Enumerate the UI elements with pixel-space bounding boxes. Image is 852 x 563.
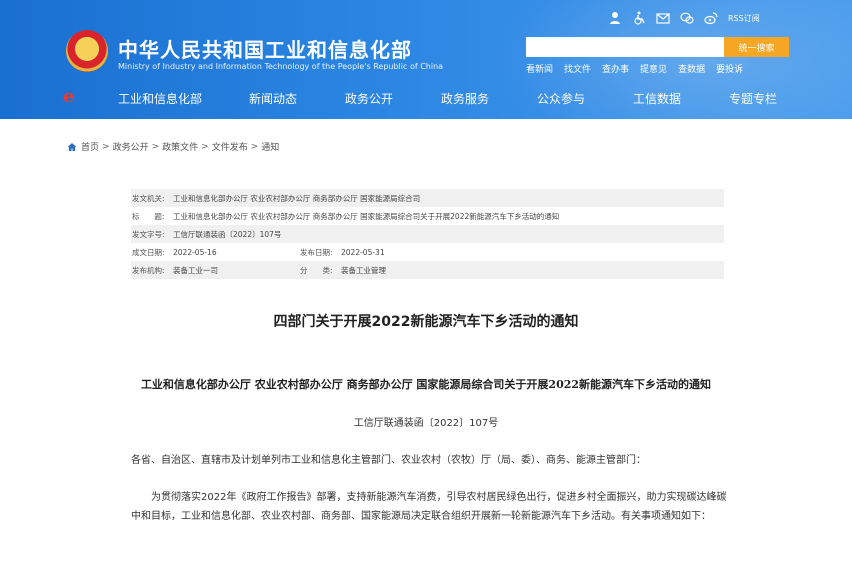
quick-links: 看新闻 找文件 查办事 提意见 查数据 要投诉 xyxy=(526,62,743,75)
breadcrumb-home[interactable]: 首页 xyxy=(81,140,99,153)
search-button[interactable]: 统一搜索 xyxy=(724,37,789,57)
breadcrumb: 首页 > 政务公开 > 政策文件 > 文件发布 > 通知 xyxy=(67,140,279,153)
national-emblem-icon[interactable] xyxy=(66,30,108,72)
search-input[interactable] xyxy=(526,37,724,57)
quick-link-data[interactable]: 查数据 xyxy=(678,62,705,75)
nav-item-topics[interactable]: 专题专栏 xyxy=(729,90,777,107)
e-logo-icon[interactable]: e xyxy=(63,88,81,106)
document-info-table: 发文机关: 工业和信息化部办公厅 农业农村部办公厅 商务部办公厅 国家能源局综合… xyxy=(131,189,724,279)
breadcrumb-separator: > xyxy=(201,141,209,152)
title-value: 工业和信息化部办公厅 农业农村部办公厅 商务部办公厅 国家能源局综合司关于开展2… xyxy=(173,211,560,221)
top-toolbar: RSS订阅 xyxy=(608,9,760,27)
nav-item-public-participation[interactable]: 公众参与 xyxy=(537,90,585,107)
elder-mode-icon[interactable] xyxy=(608,11,622,25)
article-addressee: 各省、自治区、直辖市及计划单列市工业和信息化主管部门、农业农村（农牧）厅（局、委… xyxy=(131,455,646,466)
org-label: 发布机构: xyxy=(132,265,165,275)
weixin-icon[interactable] xyxy=(680,11,694,25)
site-subtitle: Ministry of Industry and Information Tec… xyxy=(118,62,444,71)
published-date-label: 发布日期: xyxy=(300,247,333,257)
info-row-org: 发布机构: 装备工业一司 分 类: 装备工业管理 xyxy=(131,261,724,279)
quick-link-feedback[interactable]: 提意见 xyxy=(640,62,667,75)
breadcrumb-notice[interactable]: 通知 xyxy=(261,140,279,153)
nav-item-miit[interactable]: 工业和信息化部 xyxy=(118,90,202,107)
mail-icon[interactable] xyxy=(656,11,670,25)
nav-item-data[interactable]: 工信数据 xyxy=(633,90,681,107)
breadcrumb-separator: > xyxy=(102,141,110,152)
article-docno: 工信厅联通装函〔2022〕107号 xyxy=(353,418,499,429)
category-value: 装备工业管理 xyxy=(341,265,386,275)
article-paragraph: 为贯彻落实2022年《政府工作报告》部署，支持新能源汽车消费，引导农村居民绿色出… xyxy=(131,492,727,522)
breadcrumb-gov-affairs[interactable]: 政务公开 xyxy=(113,140,149,153)
published-date-value: 2022-05-31 xyxy=(341,247,385,257)
site-title[interactable]: 中华人民共和国工业和信息化部 xyxy=(118,34,412,63)
info-row-title: 标 题: 工业和信息化部办公厅 农业农村部办公厅 商务部办公厅 国家能源局综合司… xyxy=(131,207,724,225)
category-label: 分 类: xyxy=(300,265,333,275)
accessibility-icon[interactable] xyxy=(632,11,646,25)
main-nav: e 工业和信息化部 新闻动态 政务公开 政务服务 公众参与 工信数据 专题专栏 xyxy=(0,84,852,112)
article-headline: 工业和信息化部办公厅 农业农村部办公厅 商务部办公厅 国家能源局综合司关于开展2… xyxy=(140,378,712,391)
site-header: 中华人民共和国工业和信息化部 Ministry of Industry and … xyxy=(0,0,852,119)
home-icon[interactable] xyxy=(67,142,77,152)
nav-item-gov-services[interactable]: 政务服务 xyxy=(441,90,489,107)
created-date-label: 成文日期: xyxy=(132,247,165,257)
issuer-label: 发文机关: xyxy=(132,193,165,203)
docno-label: 发文字号: xyxy=(132,229,165,239)
info-row-issuer: 发文机关: 工业和信息化部办公厅 农业农村部办公厅 商务部办公厅 国家能源局综合… xyxy=(131,189,724,207)
breadcrumb-separator: > xyxy=(151,141,160,152)
rss-link[interactable]: RSS订阅 xyxy=(728,13,760,24)
info-row-docno: 发文字号: 工信厅联通装函〔2022〕107号 xyxy=(131,225,724,243)
breadcrumb-policy-docs[interactable]: 政策文件 xyxy=(162,140,198,153)
title-label: 标 题: xyxy=(132,211,165,221)
quick-link-services[interactable]: 查办事 xyxy=(602,62,629,75)
quick-link-news[interactable]: 看新闻 xyxy=(526,62,553,75)
article-title: 四部门关于开展2022新能源汽车下乡活动的通知 xyxy=(273,314,579,330)
quick-link-complaint[interactable]: 要投诉 xyxy=(716,62,743,75)
info-row-dates: 成文日期: 2022-05-16 发布日期: 2022-05-31 xyxy=(131,243,724,261)
quick-link-files[interactable]: 找文件 xyxy=(564,62,591,75)
created-date-value: 2022-05-16 xyxy=(173,247,217,257)
issuer-value: 工业和信息化部办公厅 农业农村部办公厅 商务部办公厅 国家能源局综合司 xyxy=(173,193,421,203)
weibo-icon[interactable] xyxy=(704,11,718,25)
org-value: 装备工业一司 xyxy=(173,265,218,275)
nav-item-gov-affairs[interactable]: 政务公开 xyxy=(345,90,393,107)
breadcrumb-doc-release[interactable]: 文件发布 xyxy=(212,140,248,153)
docno-value: 工信厅联通装函〔2022〕107号 xyxy=(173,229,282,239)
breadcrumb-separator: > xyxy=(250,141,259,152)
nav-item-news[interactable]: 新闻动态 xyxy=(249,90,297,107)
